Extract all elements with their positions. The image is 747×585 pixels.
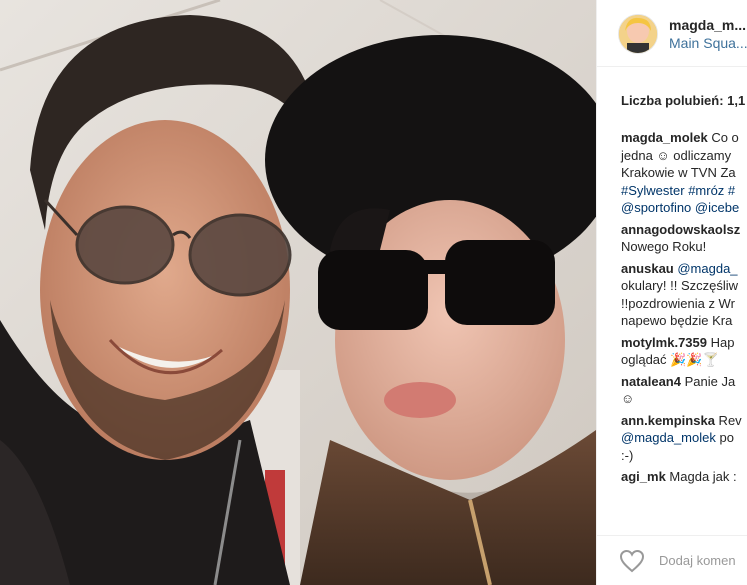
comment-item: motylmk.7359 Hap oglądać 🎉🎉🍸	[621, 334, 747, 369]
comment-username[interactable]: magda_molek	[621, 130, 708, 145]
comment-text: Krakowie w TVN Za	[621, 165, 736, 180]
comment-text: Co o	[707, 130, 739, 145]
mention-link[interactable]: @sportofino @icebe	[621, 199, 747, 217]
comment-footer: Dodaj komen	[597, 535, 747, 585]
avatar-image	[619, 15, 657, 53]
post-username[interactable]: magda_m...	[669, 17, 746, 33]
comments-list: magda_molek Co o jedna ☺ odliczamy Krako…	[621, 129, 747, 490]
comment-item: natalean4 Panie Ja ☺	[621, 373, 747, 408]
comment-text: Rev	[714, 412, 742, 428]
comment-text: :-)	[621, 447, 634, 463]
comment-text: napewo będzie Kra	[621, 313, 733, 328]
comment-item: ann.kempinska Rev @magda_molek po :-)	[621, 412, 747, 465]
comment-item: agi_mk Magda jak :	[621, 468, 747, 486]
comment-text: okulary! !! Szczęśliw	[621, 278, 739, 293]
post-location[interactable]: Main Squa...	[669, 35, 747, 51]
comment-text: jedna ☺ odliczamy	[621, 147, 732, 163]
post-photo[interactable]	[0, 0, 596, 585]
comment-item: magda_molek Co o jedna ☺ odliczamy Krako…	[621, 129, 747, 217]
hashtag-link[interactable]: #Sylwester #mróz #	[621, 182, 747, 200]
comment-text: Magda jak :	[665, 469, 737, 484]
comment-text: !!pozdrowienia z Wr	[621, 295, 735, 311]
comment-text: Nowego Roku!	[621, 239, 707, 254]
comment-username[interactable]: anuskau	[621, 261, 674, 276]
mention-link[interactable]: @magda_	[674, 261, 737, 276]
heart-outline-icon[interactable]	[619, 549, 645, 573]
comment-username[interactable]: ann.kempinska	[621, 413, 715, 428]
comment-username[interactable]: natalean4	[621, 374, 681, 389]
add-comment-input[interactable]: Dodaj komen	[659, 553, 736, 568]
likes-count[interactable]: Liczba polubień: 1,1	[621, 93, 745, 108]
comment-username[interactable]: annagodowskaolsz	[621, 222, 740, 237]
post-header: magda_m... Main Squa...	[597, 0, 747, 67]
comment-text: ☺	[621, 391, 635, 406]
post-sidebar: magda_m... Main Squa... Liczba polubień:…	[596, 0, 747, 585]
comment-username[interactable]: agi_mk	[621, 469, 666, 484]
comment-text: oglądać 🎉🎉🍸	[621, 352, 719, 367]
comment-text: Hap	[707, 334, 735, 350]
comment-item: anuskau @magda_ okulary! !! Szczęśliw !!…	[621, 260, 747, 330]
comment-username[interactable]: motylmk.7359	[621, 335, 707, 350]
comment-item: annagodowskaolsz Nowego Roku!	[621, 221, 747, 256]
mention-link[interactable]: @magda_molek	[621, 430, 716, 445]
selfie-image	[0, 0, 596, 585]
user-avatar[interactable]	[618, 14, 658, 54]
comment-text: po	[715, 430, 734, 445]
comment-text: Panie Ja	[680, 373, 736, 389]
